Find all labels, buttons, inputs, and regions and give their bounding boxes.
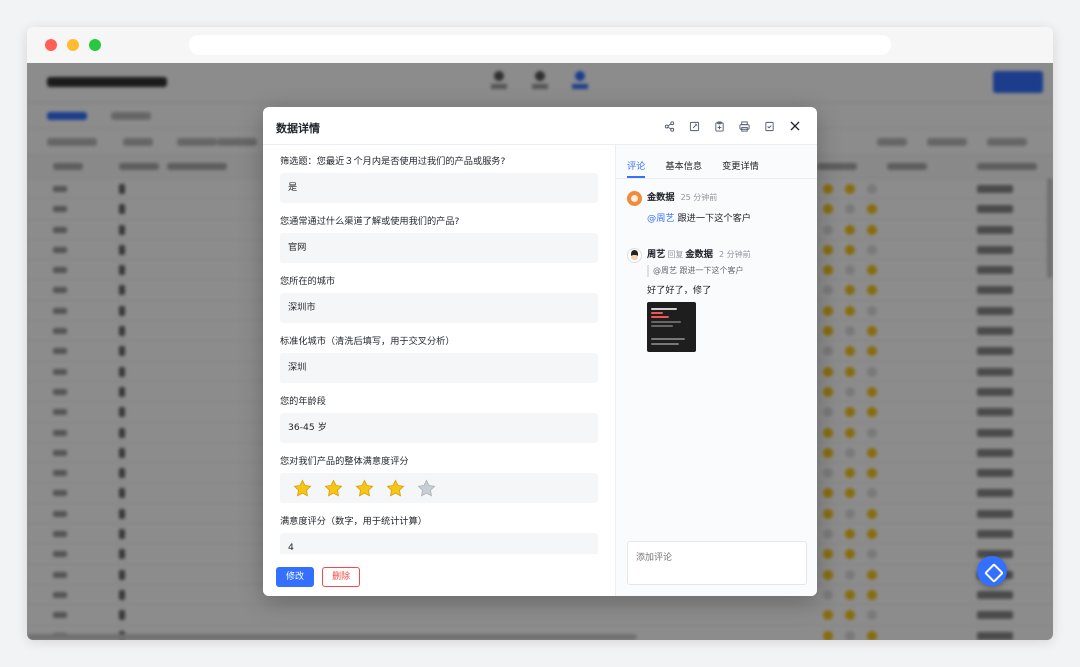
field-value[interactable]: 是 bbox=[280, 173, 598, 203]
tab-change-details[interactable]: 变更详情 bbox=[722, 158, 759, 178]
comment-time: 25 分钟前 bbox=[680, 193, 718, 202]
check-doc-icon[interactable] bbox=[757, 117, 782, 135]
field-value[interactable]: 36-45 岁 bbox=[280, 413, 598, 443]
comment-author: 周艺 bbox=[647, 249, 666, 260]
maximize-window-dot[interactable] bbox=[89, 39, 101, 51]
reply-to-author: 金数据 bbox=[685, 249, 713, 260]
star-rating[interactable] bbox=[280, 473, 598, 503]
field-label: 您对我们产品的整体满意度评分 bbox=[280, 456, 409, 467]
browser-titlebar bbox=[27, 27, 1053, 63]
minimize-window-dot[interactable] bbox=[67, 39, 79, 51]
field-label: 满意度评分（数字，用于统计计算） bbox=[280, 516, 427, 527]
comment-text: 好了好了，修了 bbox=[647, 285, 712, 296]
modal-header-actions bbox=[657, 117, 807, 135]
close-window-dot[interactable] bbox=[45, 39, 57, 51]
field-label: 您的年龄段 bbox=[280, 396, 326, 407]
tab-basic-info[interactable]: 基本信息 bbox=[665, 158, 702, 178]
modal-title: 数据详情 bbox=[276, 122, 320, 135]
avatar bbox=[627, 248, 642, 263]
data-detail-modal: 数据详情 筛选题：您最近３个月内是否使用过我们的产品或服务? 是 您通常通过什么… bbox=[263, 107, 817, 596]
print-icon[interactable] bbox=[732, 117, 757, 135]
address-bar[interactable] bbox=[189, 35, 891, 55]
floating-action-button[interactable] bbox=[977, 556, 1007, 586]
comment-image-thumbnail[interactable] bbox=[647, 302, 696, 352]
star-filled-icon[interactable] bbox=[355, 479, 374, 498]
mention-link[interactable]: @周艺 bbox=[647, 213, 675, 224]
avatar bbox=[627, 191, 642, 206]
field-age-range: 您的年龄段 36-45 岁 bbox=[280, 395, 598, 443]
comment-header: 金数据 25 分钟前 bbox=[647, 191, 817, 205]
edit-button[interactable]: 修改 bbox=[276, 567, 315, 587]
modal-footer: 修改 删除 bbox=[263, 554, 615, 596]
field-value[interactable]: 深圳市 bbox=[280, 293, 598, 323]
field-label: 您通常通过什么渠道了解或使用我们的产品? bbox=[280, 216, 460, 227]
record-fields-scroll[interactable]: 筛选题：您最近３个月内是否使用过我们的产品或服务? 是 您通常通过什么渠道了解或… bbox=[263, 145, 615, 554]
field-label: 标准化城市（清洗后填写，用于交叉分析） bbox=[280, 336, 455, 347]
modal-header: 数据详情 bbox=[263, 107, 817, 145]
record-fields-panel: 筛选题：您最近３个月内是否使用过我们的产品或服务? 是 您通常通过什么渠道了解或… bbox=[263, 145, 615, 596]
quoted-comment: @周艺 跟进一下这个客户 bbox=[647, 265, 817, 277]
delete-button[interactable]: 删除 bbox=[322, 567, 361, 587]
comment-item: 金数据 25 分钟前 @周艺 跟进一下这个客户 bbox=[616, 191, 817, 224]
comment-text: @周艺 跟进一下这个客户 bbox=[647, 213, 751, 224]
star-filled-icon[interactable] bbox=[324, 479, 343, 498]
star-filled-icon[interactable] bbox=[293, 479, 312, 498]
star-empty-icon[interactable] bbox=[417, 479, 436, 498]
field-label: 您所在的城市 bbox=[280, 276, 336, 287]
field-recent-usage: 筛选题：您最近３个月内是否使用过我们的产品或服务? 是 bbox=[280, 155, 598, 203]
field-satisfaction-score: 满意度评分（数字，用于统计计算） 4 bbox=[280, 515, 598, 554]
field-city: 您所在的城市 深圳市 bbox=[280, 275, 598, 323]
tab-comments[interactable]: 评论 bbox=[627, 158, 646, 178]
comment-header: 周艺 回复 金数据 2 分钟前 bbox=[647, 248, 817, 262]
comment-time: 2 分钟前 bbox=[718, 250, 751, 259]
close-icon[interactable] bbox=[782, 117, 807, 135]
share-icon[interactable] bbox=[657, 117, 682, 135]
comment-author: 金数据 bbox=[647, 192, 675, 203]
field-normalized-city: 标准化城市（清洗后填写，用于交叉分析） 深圳 bbox=[280, 335, 598, 383]
star-filled-icon[interactable] bbox=[386, 479, 405, 498]
reply-label: 回复 bbox=[667, 250, 684, 259]
field-value[interactable]: 官网 bbox=[280, 233, 598, 263]
comment-item: 周艺 回复 金数据 2 分钟前 @周艺 跟进一下这个客户 好了好了，修了 bbox=[616, 248, 817, 352]
field-value[interactable]: 深圳 bbox=[280, 353, 598, 383]
comment-input[interactable] bbox=[627, 541, 807, 585]
activity-panel: 评论 基本信息 变更详情 金数据 25 分钟前 @周艺 跟进一下这个客户 周艺 回复… bbox=[615, 145, 817, 596]
field-label: 筛选题：您最近３个月内是否使用过我们的产品或服务? bbox=[280, 156, 506, 167]
copy-icon[interactable] bbox=[707, 117, 732, 135]
field-value[interactable]: 4 bbox=[280, 533, 598, 554]
activity-tabs: 评论 基本信息 变更详情 bbox=[616, 145, 817, 179]
field-channel: 您通常通过什么渠道了解或使用我们的产品? 官网 bbox=[280, 215, 598, 263]
field-satisfaction-rating: 您对我们产品的整体满意度评分 bbox=[280, 455, 598, 503]
edit-icon[interactable] bbox=[682, 117, 707, 135]
